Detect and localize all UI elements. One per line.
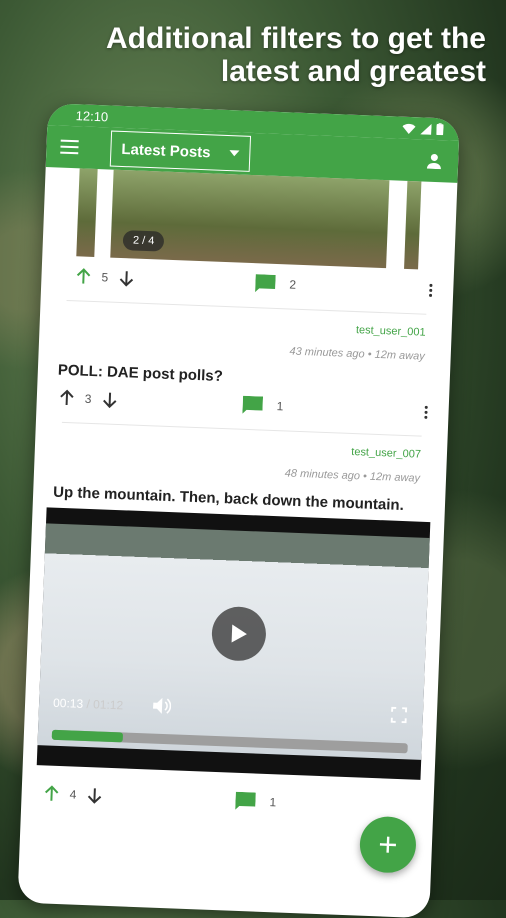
downvote-icon[interactable] — [116, 268, 137, 289]
comment-icon — [242, 395, 264, 414]
promo-headline: Additional filters to get the latest and… — [106, 22, 486, 88]
comment-icon — [235, 791, 256, 810]
comment-button[interactable]: 1 — [235, 791, 277, 812]
image-carousel[interactable]: 2 / 4 — [56, 168, 443, 273]
score: 3 — [84, 391, 92, 406]
feed: 2 / 4 5 2 test_user_001 43 minutes ago •… — [21, 167, 457, 822]
filter-dropdown[interactable]: Latest Posts — [109, 130, 252, 172]
post-username[interactable]: test_user_007 — [49, 434, 433, 461]
add-icon — [379, 836, 396, 853]
person-icon[interactable] — [426, 153, 443, 170]
comment-button[interactable]: 2 — [255, 274, 296, 294]
score: 4 — [69, 787, 77, 802]
carousel-prev-image[interactable] — [76, 168, 98, 257]
headline-line-1: Additional filters to get the — [106, 22, 486, 55]
status-icons — [402, 122, 444, 136]
headline-line-2: latest and greatest — [220, 55, 486, 88]
video-duration: / 01:12 — [86, 697, 124, 713]
downvote-icon[interactable] — [99, 389, 120, 410]
comment-button[interactable]: 1 — [242, 395, 284, 416]
divider — [66, 299, 427, 315]
chevron-down-icon — [229, 150, 240, 157]
comment-count: 1 — [269, 795, 277, 810]
video-time: 00:13 / 01:12 — [53, 696, 124, 713]
upvote-icon[interactable] — [56, 388, 77, 409]
fullscreen-icon[interactable] — [390, 706, 408, 724]
comment-icon — [255, 274, 276, 293]
carousel-next-image[interactable] — [404, 180, 422, 270]
comment-count: 1 — [276, 399, 284, 414]
play-icon — [231, 624, 247, 643]
upvote-icon[interactable] — [73, 266, 94, 287]
status-time: 12:10 — [75, 107, 109, 124]
battery-icon — [436, 123, 444, 136]
add-post-button[interactable] — [358, 815, 417, 874]
more-vert-icon[interactable] — [429, 281, 434, 298]
phone-screen: 12:10 Latest Posts 2 / 4 5 2 test_user_0… — [17, 103, 460, 918]
divider — [61, 421, 422, 437]
menu-icon[interactable] — [60, 139, 79, 155]
downvote-icon[interactable] — [84, 785, 105, 806]
post-actions: 4 1 — [35, 779, 420, 822]
filter-dropdown-value: Latest Posts — [121, 140, 211, 161]
carousel-image[interactable] — [110, 169, 390, 269]
more-vert-icon[interactable] — [424, 403, 429, 420]
comment-count: 2 — [289, 277, 297, 292]
score: 5 — [101, 270, 109, 285]
post-username[interactable]: test_user_001 — [54, 312, 438, 339]
video-current-time: 00:13 — [52, 695, 84, 711]
wifi-icon — [402, 123, 416, 134]
video-player[interactable]: 00:13 / 01:12 — [36, 507, 431, 780]
signal-icon — [420, 123, 432, 135]
carousel-pager: 2 / 4 — [122, 230, 165, 252]
upvote-icon[interactable] — [41, 783, 62, 804]
volume-icon[interactable] — [152, 697, 172, 715]
